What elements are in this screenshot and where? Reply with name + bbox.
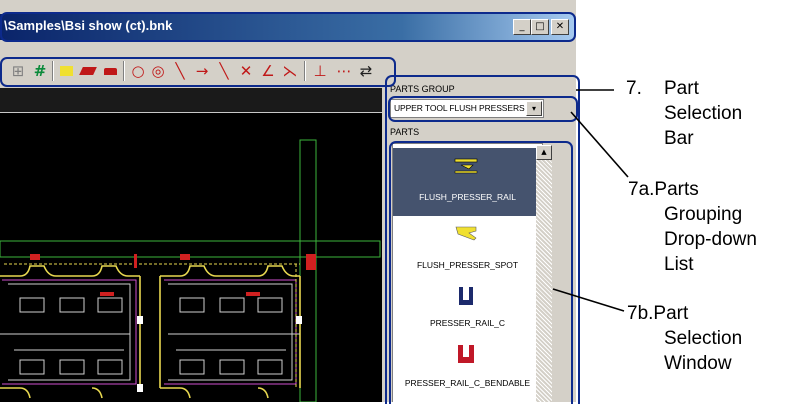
part-selection-window-highlight	[389, 141, 573, 404]
callout-7-line2: Selection	[664, 103, 743, 124]
callout-7-number: 7.	[626, 78, 642, 99]
callout-7a-line3: Drop-down	[664, 229, 757, 250]
drawing-canvas[interactable]	[0, 88, 382, 402]
menu-bar	[0, 40, 576, 56]
callout-7a-line4: List	[664, 254, 694, 275]
title-bar-highlight	[0, 12, 576, 42]
callout-7b-line3: Window	[664, 353, 732, 374]
callout-7-line3: Bar	[664, 128, 694, 149]
callout-7a-line2: Grouping	[664, 204, 743, 225]
callout-7a-line1: 7a.Parts	[628, 179, 699, 200]
die-drawing	[0, 139, 381, 402]
callout-7-line1: Part	[664, 78, 699, 99]
callout-7b-line2: Selection	[664, 328, 743, 349]
callout-7b-line1: 7b.Part	[627, 303, 689, 324]
toolbar-highlight	[0, 57, 396, 87]
parts-grouping-dropdown-highlight	[388, 96, 578, 122]
